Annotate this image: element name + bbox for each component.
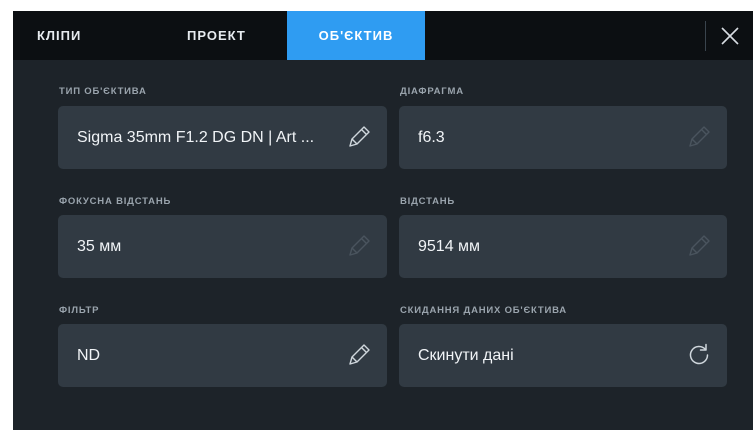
tab-project[interactable]: ПРОЕКТ [173,11,283,60]
focal-length-value: 35 мм [77,238,122,255]
lens-settings-panel: КЛІПИ ПРОЕКТ ОБ'ЄКТИВ ТИП ОБ'ЄКТИВА Sigm… [13,11,753,430]
focal-length-label: ФОКУСНА ВІДСТАНЬ [59,196,172,207]
reset-value: Скинути дані [418,347,514,364]
pencil-icon-dimmed [345,232,373,260]
aperture-label: ДІАФРАГМА [400,86,464,97]
distance-value: 9514 мм [418,238,481,255]
reset-label: СКИДАННЯ ДАНИХ ОБ'ЄКТИВА [400,305,567,316]
close-icon [721,27,739,45]
tab-lens[interactable]: ОБ'ЄКТИВ [287,11,425,60]
tab-clips[interactable]: КЛІПИ [37,11,127,60]
tab-divider [705,21,706,51]
focal-length-field[interactable]: 35 мм [58,215,387,278]
tab-bar: КЛІПИ ПРОЕКТ ОБ'ЄКТИВ [13,11,753,60]
aperture-value: f6.3 [418,129,445,146]
aperture-field[interactable]: f6.3 [399,106,727,169]
reset-icon [685,341,713,369]
filter-label: ФІЛЬТР [59,305,100,316]
pencil-icon-dimmed [685,123,713,151]
close-button[interactable] [713,19,747,53]
distance-field[interactable]: 9514 мм [399,215,727,278]
lens-type-label: ТИП ОБ'ЄКТИВА [59,86,147,97]
lens-type-field[interactable]: Sigma 35mm F1.2 DG DN | Art ... [58,106,387,169]
filter-field[interactable]: ND [58,324,387,387]
reset-lens-data-button[interactable]: Скинути дані [399,324,727,387]
pencil-icon [345,341,373,369]
pencil-icon [345,123,373,151]
distance-label: ВІДСТАНЬ [400,196,456,207]
lens-type-value: Sigma 35mm F1.2 DG DN | Art ... [77,129,315,146]
filter-value: ND [77,347,101,364]
pencil-icon-dimmed [685,232,713,260]
